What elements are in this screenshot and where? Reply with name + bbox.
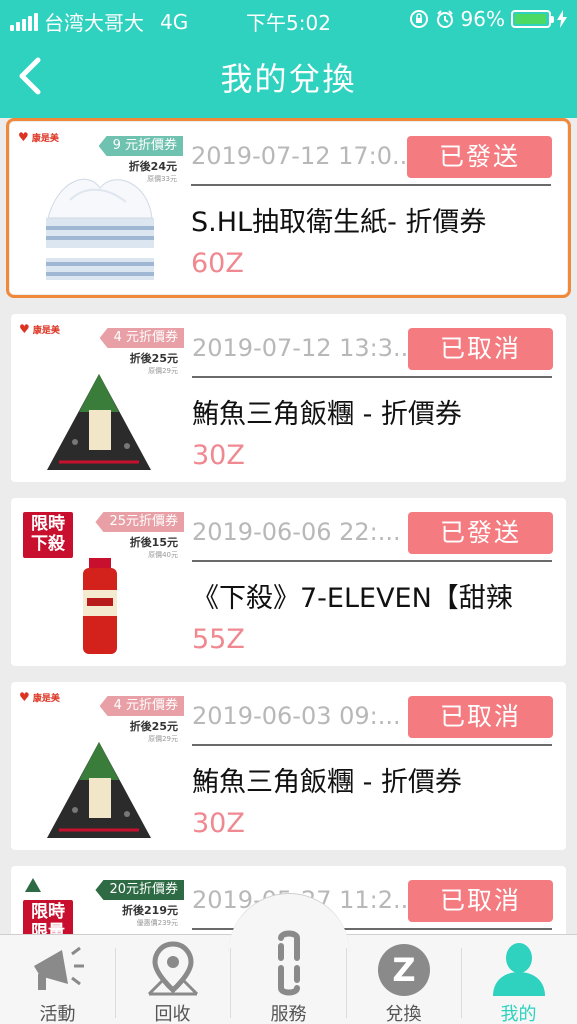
tab-recycle[interactable]: 回收 <box>115 934 230 1024</box>
status-badge: 已發送 <box>407 136 552 178</box>
divider <box>191 184 551 186</box>
megaphone-icon <box>33 946 84 990</box>
coupon-tag: 4 元折價券 <box>99 696 184 716</box>
product-thumbnail: 限時限量 20元折價券 折後219元 優惠價239元 <box>19 874 184 934</box>
status-badge: 已取消 <box>408 880 553 922</box>
redemption-date: 2019-06-06 22:... <box>192 518 401 546</box>
product-thumbnail: ♥ 康是美 4 元折價券 折後25元 原價29元 <box>19 690 184 842</box>
tab-label: 服務 <box>270 1004 307 1024</box>
tab-activities[interactable]: 活動 <box>0 934 115 1024</box>
tab-label: 活動 <box>39 1004 76 1024</box>
page-title: 我的兌換 <box>220 60 357 98</box>
coupon-tag: 25元折價券 <box>95 512 184 532</box>
tab-label: 我的 <box>500 1004 537 1024</box>
points-cost: 30Z <box>192 808 245 839</box>
points-cost: 55Z <box>192 624 245 655</box>
original-price: 原價29元 <box>148 735 178 743</box>
redemption-card[interactable]: ♥ 康是美 4 元折價券 折後25元 原價29元 2019-07-12 13:3… <box>11 314 566 482</box>
tab-mine[interactable]: 我的 <box>461 934 576 1024</box>
alarm-icon <box>436 10 453 28</box>
after-price: 折後219元 <box>122 904 178 917</box>
brand-logo: ♥ 康是美 <box>18 130 59 144</box>
item-title: 鮪魚三角飯糰 - 折價券 <box>192 399 462 430</box>
z-coin-icon: Z <box>377 944 430 996</box>
nav-bar: 我的兌換 <box>0 40 577 118</box>
after-price: 折後25元 <box>129 720 178 733</box>
product-thumbnail: ♥ 康是美 4 元折價券 折後25元 原價29元 <box>19 322 184 474</box>
person-icon <box>492 943 545 996</box>
item-title: 《下殺》7-ELEVEN【甜辣 <box>192 583 513 614</box>
redemption-card[interactable]: ♥ 康是美 4 元折價券 折後25元 原價29元 2019-06-03 09:.… <box>11 682 566 850</box>
original-price: 原價29元 <box>148 367 178 375</box>
battery-percent: 96% <box>460 7 505 31</box>
battery-icon <box>511 10 554 28</box>
tab-label: 兌換 <box>385 1004 422 1024</box>
brand-logo: ♥ 康是美 <box>19 690 60 704</box>
charging-icon <box>557 10 567 28</box>
divider <box>192 744 552 746</box>
original-price: 優惠價239元 <box>136 919 178 927</box>
after-price: 折後25元 <box>129 352 178 365</box>
status-badge: 已發送 <box>408 512 553 554</box>
redemption-date: 2019-07-12 13:3... <box>192 334 407 362</box>
original-price: 原價40元 <box>148 551 178 559</box>
coupon-tag: 20元折價券 <box>95 880 184 900</box>
svg-text:Z: Z <box>392 951 415 989</box>
map-pin-icon <box>147 941 198 996</box>
promo-badge: 限時下殺 <box>23 512 73 558</box>
product-thumbnail: ♥ 康是美 9 元折價券 折後24元 原價33元 <box>18 130 183 282</box>
points-cost: 30Z <box>192 440 245 471</box>
after-price: 折後15元 <box>129 536 178 549</box>
status-badge: 已取消 <box>408 696 553 738</box>
coupon-tag: 9 元折價券 <box>98 136 183 156</box>
orientation-lock-icon <box>409 10 428 28</box>
divider <box>192 560 552 562</box>
original-price: 原價33元 <box>147 175 177 183</box>
redemption-list[interactable]: ♥ 康是美 9 元折價券 折後24元 原價33元 2019-07-12 17:0… <box>0 118 577 934</box>
item-title: S.HL抽取衛生紙- 折價券 <box>191 207 487 238</box>
tab-redeem[interactable]: Z 兌換 <box>346 934 461 1024</box>
redemption-date: 2019-07-12 17:0... <box>191 142 406 170</box>
item-title: 鮪魚三角飯糰 - 折價券 <box>192 767 462 798</box>
status-badge: 已取消 <box>408 328 553 370</box>
points-cost: 60Z <box>191 248 244 279</box>
brand-logo: ♥ 康是美 <box>19 322 60 336</box>
promo-badge: 限時限量 <box>23 900 73 934</box>
status-right: 96% <box>409 7 567 31</box>
redemption-card[interactable]: ♥ 康是美 9 元折價券 折後24元 原價33元 2019-07-12 17:0… <box>6 118 571 298</box>
status-bar: 台湾大哥大 4G 下午5:02 96% <box>0 0 577 40</box>
tab-label: 回收 <box>154 1004 191 1024</box>
product-thumbnail: 限時下殺 25元折價券 折後15元 原價40元 <box>19 506 184 658</box>
tab-service[interactable]: 服務 <box>231 930 346 1024</box>
redemption-card[interactable]: 限時下殺 25元折價券 折後15元 原價40元 2019-06-06 22:..… <box>11 498 566 666</box>
redemption-date: 2019-06-03 09:... <box>192 702 401 730</box>
header: 台湾大哥大 4G 下午5:02 96% 我的兌換 <box>0 0 577 118</box>
divider <box>192 376 552 378</box>
link-icon <box>277 930 300 996</box>
coupon-tag: 4 元折價券 <box>99 328 184 348</box>
after-price: 折後24元 <box>128 160 177 173</box>
battery-fill <box>515 14 546 24</box>
